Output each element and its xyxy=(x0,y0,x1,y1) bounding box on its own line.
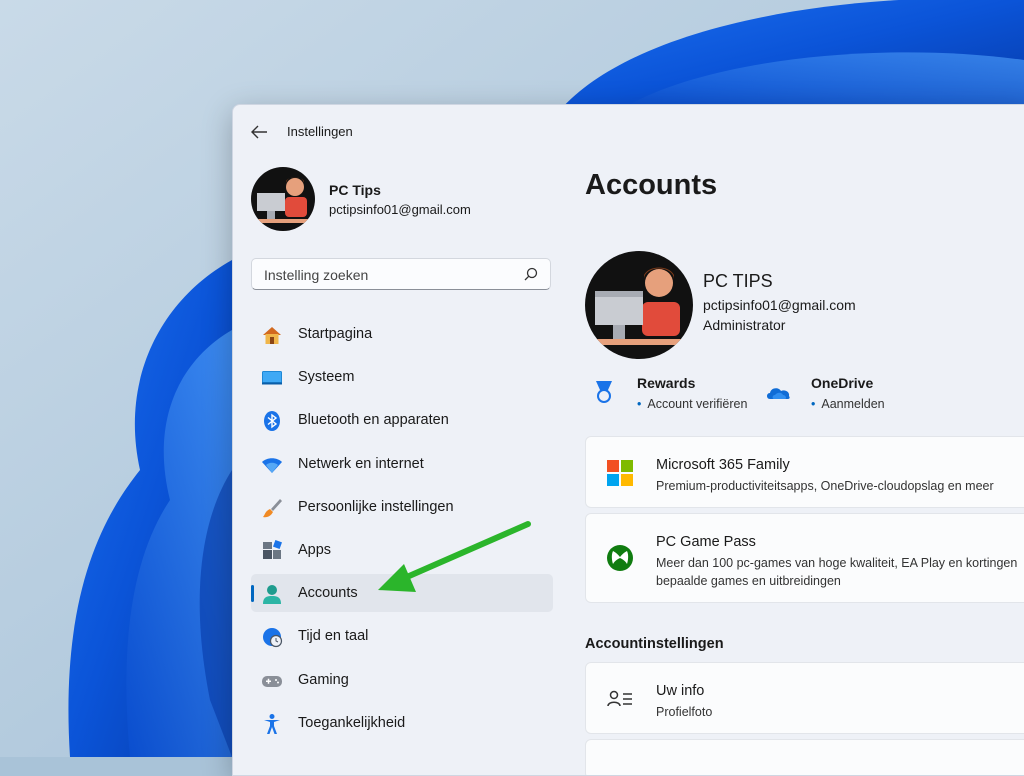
sidebar-nav: Startpagina Systeem Bluetooth en apparat… xyxy=(251,315,553,747)
pc-game-pass-card[interactable]: PC Game Pass Meer dan 100 pc-games van h… xyxy=(585,513,1024,603)
sidebar-item-accounts[interactable]: Accounts xyxy=(251,574,553,613)
account-role: Administrator xyxy=(703,317,786,333)
card-description-line-2: bepaalde games en uitbreidingen xyxy=(656,574,841,588)
section-title: Accountinstellingen xyxy=(585,636,724,652)
card-title: Microsoft 365 Family xyxy=(656,457,790,473)
system-icon xyxy=(262,371,282,385)
sidebar-item-persoonlijk[interactable]: Persoonlijke instellingen xyxy=(251,488,553,526)
profile-email: pctipsinfo01@gmail.com xyxy=(329,202,471,217)
card-title: Uw info xyxy=(656,683,705,699)
home-icon xyxy=(263,327,281,344)
account-icon xyxy=(263,585,281,605)
settings-card-next[interactable] xyxy=(585,739,1024,775)
search-input[interactable] xyxy=(262,265,516,285)
card-description: Premium-productiviteitsapps, OneDrive-cl… xyxy=(656,479,994,493)
sidebar-item-toegankelijkheid[interactable]: Toegankelijkheid xyxy=(251,704,553,742)
search-box[interactable] xyxy=(251,258,551,290)
account-header: PC TIPS pctipsinfo01@gmail.com Administr… xyxy=(585,251,1024,361)
card-description: Profielfoto xyxy=(656,705,713,719)
brush-icon xyxy=(263,498,282,518)
card-description-line-1: Meer dan 100 pc-games van hoge kwaliteit… xyxy=(656,556,1018,570)
sidebar-profile[interactable]: PC Tips pctipsinfo01@gmail.com xyxy=(251,167,551,231)
sidebar-item-bluetooth[interactable]: Bluetooth en apparaten xyxy=(251,401,553,439)
window-title: Instellingen xyxy=(287,124,353,139)
page-title: Accounts xyxy=(585,169,718,201)
title-bar: Instellingen xyxy=(233,105,1024,157)
user-info-icon xyxy=(607,690,632,707)
sidebar-item-tijd-en-taal[interactable]: Tijd en taal xyxy=(251,617,553,655)
clock-globe-icon xyxy=(263,628,283,648)
sidebar-item-startpagina[interactable]: Startpagina xyxy=(251,315,553,353)
account-name: PC TIPS xyxy=(703,271,773,291)
sidebar-item-apps[interactable]: Apps xyxy=(251,531,553,569)
settings-window: Instellingen PC Tips pctipsinfo01@gmail.… xyxy=(232,104,1024,776)
search-icon[interactable] xyxy=(524,267,538,281)
account-email: pctipsinfo01@gmail.com xyxy=(703,297,856,313)
microsoft-365-card[interactable]: Microsoft 365 Family Premium-productivit… xyxy=(585,436,1024,508)
sidebar-item-systeem[interactable]: Systeem xyxy=(251,358,553,396)
apps-icon xyxy=(263,539,282,559)
back-arrow-icon[interactable] xyxy=(247,120,271,144)
avatar[interactable] xyxy=(585,251,693,359)
card-title: PC Game Pass xyxy=(656,534,756,550)
rewards-medal-icon xyxy=(596,381,612,403)
sidebar-item-gaming[interactable]: Gaming xyxy=(251,661,553,699)
sidebar-item-netwerk[interactable]: Netwerk en internet xyxy=(251,445,553,483)
onedrive-cloud-icon xyxy=(767,388,790,399)
wifi-icon xyxy=(262,457,282,473)
xbox-icon xyxy=(607,545,633,571)
bluetooth-icon xyxy=(264,411,280,432)
profile-name: PC Tips xyxy=(329,182,381,198)
active-indicator xyxy=(251,585,254,603)
uw-info-card[interactable]: Uw info Profielfoto xyxy=(585,662,1024,734)
avatar xyxy=(251,167,315,231)
accessibility-icon xyxy=(264,713,280,734)
gamepad-icon xyxy=(262,675,282,687)
microsoft-logo-icon xyxy=(607,460,633,486)
